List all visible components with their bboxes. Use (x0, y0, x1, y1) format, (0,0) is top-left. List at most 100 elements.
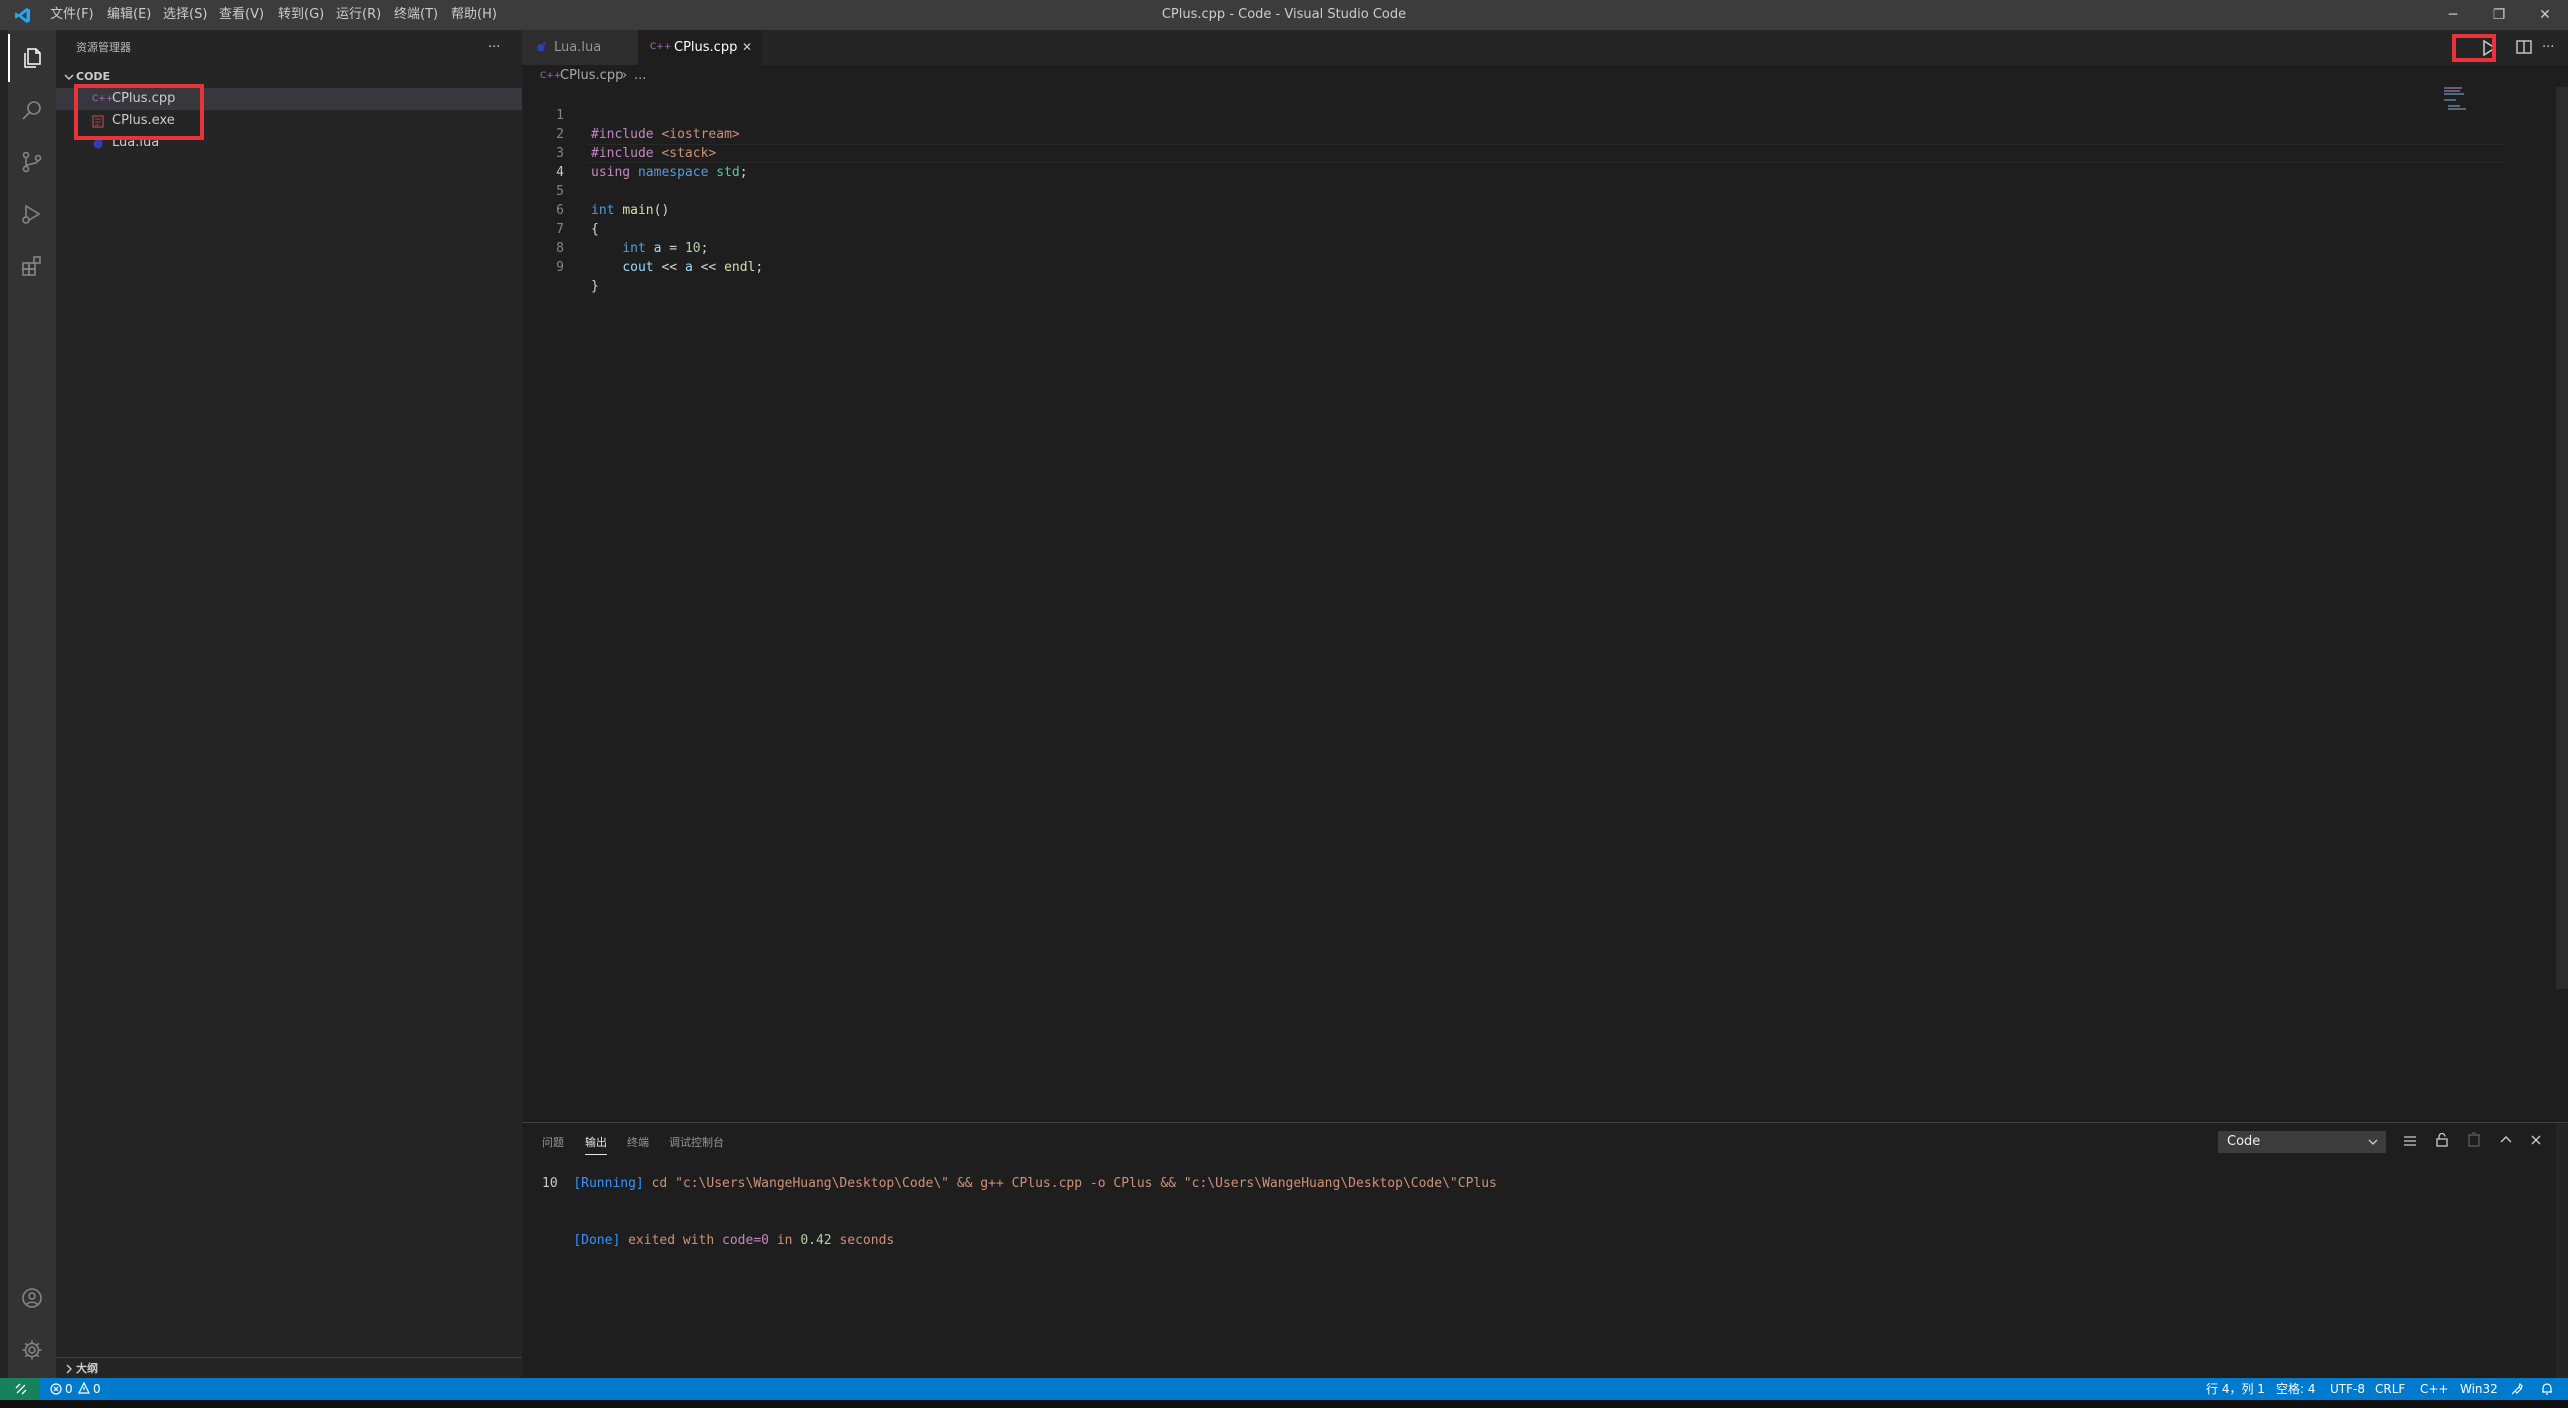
tab-cplus-cpp[interactable]: C++ CPlus.cpp ✕ (638, 30, 762, 65)
maximize-panel-icon[interactable] (2498, 1132, 2514, 1148)
output-running-line: [Running] cd "c:\Users\WangeHuang\Deskto… (542, 1155, 1497, 1191)
tab-label: CPlus.cpp (674, 40, 738, 55)
cursor-position[interactable]: 行 4，列 1 (2206, 1378, 2265, 1400)
menu-go[interactable]: 转到(G) (278, 0, 324, 30)
panel-vertical-scrollbar[interactable] (2556, 1123, 2568, 1379)
menu-selection[interactable]: 选择(S) (163, 0, 207, 30)
minimize-button[interactable]: ─ (2430, 0, 2476, 30)
tab-terminal[interactable]: 终端 (627, 1131, 649, 1155)
file-item-cplus-cpp[interactable]: C++ CPlus.cpp (56, 88, 522, 110)
close-window-button[interactable]: ✕ (2522, 0, 2568, 30)
line-text: int a = 10; (622, 241, 709, 256)
tab-problems[interactable]: 问题 (542, 1131, 564, 1155)
restore-button[interactable]: ❐ (2476, 0, 2522, 30)
end-of-line[interactable]: CRLF (2375, 1378, 2405, 1400)
output-channel-value: Code (2227, 1134, 2261, 1149)
line-text: { (591, 222, 599, 237)
line-text: int main() (591, 203, 670, 218)
chevron-down-icon (62, 66, 76, 88)
menu-help[interactable]: 帮助(H) (451, 0, 497, 30)
file-label: CPlus.cpp (112, 91, 176, 106)
file-item-lua[interactable]: Lua.lua (56, 132, 522, 154)
cpp-file-icon: C++ (650, 42, 672, 52)
elapsed-seconds-value: 0.42 (800, 1233, 832, 1248)
encoding[interactable]: UTF-8 (2330, 1378, 2365, 1400)
minimap[interactable] (2442, 87, 2552, 147)
line-text: #include <stack> (591, 144, 716, 163)
line-number: 9 (556, 260, 564, 275)
in-text: in (769, 1233, 801, 1248)
menu-run[interactable]: 运行(R) (336, 0, 381, 30)
outline-label: 大纲 (76, 1362, 98, 1375)
run-command-text: cd "c:\Users\WangeHuang\Desktop\Code\" &… (643, 1176, 1497, 1191)
line-text: cout << a << endl; (622, 260, 764, 275)
menu-view[interactable]: 查看(V) (219, 0, 264, 30)
more-actions-icon[interactable]: ··· (488, 30, 500, 65)
output-result-line: 10 (542, 1176, 558, 1191)
cpp-file-icon: C++ (540, 71, 562, 81)
warning-icon (78, 1382, 90, 1394)
code-editor[interactable]: 1 #include <iostream> 2 #include <stack>… (522, 87, 2568, 1122)
tab-output[interactable]: 输出 (585, 1131, 607, 1155)
breadcrumb-symbols[interactable]: ... (634, 65, 646, 87)
code-line: 4 (522, 144, 564, 180)
error-count: 0 (65, 1382, 73, 1396)
file-label: Lua.lua (112, 135, 160, 150)
lock-icon[interactable] (2434, 1132, 2450, 1148)
done-tag: [Done] (573, 1233, 621, 1248)
output-channel-select[interactable]: Code (2218, 1131, 2386, 1153)
preprocessor-token: #include (591, 127, 654, 142)
language-mode[interactable]: C++ (2420, 1378, 2449, 1400)
code-line: 6 { (522, 182, 599, 237)
editor-tab-bar: Lua.lua C++ CPlus.cpp ✕ ··· (522, 30, 2568, 65)
close-tab-icon[interactable]: ✕ (742, 30, 752, 65)
exe-file-icon (92, 115, 104, 128)
file-item-cplus-exe[interactable]: CPlus.exe (56, 110, 522, 132)
tab-debug-console[interactable]: 调试控制台 (669, 1131, 724, 1155)
chevron-right-icon (62, 1358, 76, 1380)
preprocessor-token: #include (591, 146, 654, 161)
indentation[interactable]: 空格: 4 (2276, 1378, 2316, 1400)
running-tag: [Running] (573, 1176, 644, 1191)
menu-terminal[interactable]: 终端(T) (394, 0, 438, 30)
exit-code-text: code=0 (722, 1233, 769, 1248)
menu-edit[interactable]: 编辑(E) (107, 0, 151, 30)
filter-list-icon[interactable] (2402, 1133, 2418, 1149)
warning-count: 0 (93, 1382, 101, 1396)
line-text: } (591, 279, 599, 294)
code-line: 2 #include <stack> (522, 106, 716, 161)
cpp-file-icon: C++ (92, 94, 114, 104)
tab-lua[interactable]: Lua.lua (522, 30, 638, 65)
editor-vertical-scrollbar[interactable] (2556, 87, 2568, 989)
breadcrumb: C++ CPlus.cpp › ... (522, 65, 2568, 87)
tab-label: Lua.lua (554, 40, 602, 55)
done-text: exited with (620, 1233, 723, 1248)
run-code-icon[interactable] (2478, 37, 2500, 59)
run-debug-icon[interactable] (8, 190, 56, 238)
breadcrumb-separator: › (622, 68, 628, 83)
settings-gear-icon[interactable] (8, 1326, 56, 1374)
split-editor-icon[interactable] (2514, 37, 2534, 57)
menu-file[interactable]: 文件(F) (50, 0, 94, 30)
window-left-edge (0, 30, 8, 1408)
code-line: 8 cout << a << endl; (522, 220, 763, 275)
code-line: 1 #include <iostream> (522, 87, 740, 142)
account-icon[interactable] (8, 1274, 56, 1322)
source-control-icon[interactable] (8, 138, 56, 186)
search-icon[interactable] (8, 86, 56, 134)
current-line-highlight (588, 144, 2506, 163)
header-token: <stack> (661, 146, 717, 161)
editor-more-actions-icon[interactable]: ··· (2542, 30, 2554, 65)
close-panel-icon[interactable] (2528, 1132, 2544, 1148)
clear-output-icon[interactable] (2466, 1132, 2482, 1148)
explorer-icon[interactable] (8, 34, 56, 82)
line-text: using namespace std; (591, 165, 748, 180)
remote-indicator[interactable] (0, 1378, 40, 1400)
breadcrumb-file[interactable]: CPlus.cpp (560, 65, 623, 87)
folder-header-code[interactable]: CODE (56, 66, 522, 88)
extensions-icon[interactable] (8, 242, 56, 290)
code-line: 3 using namespace std; (522, 125, 747, 180)
outline-section-header[interactable]: 大纲 (56, 1358, 522, 1380)
platform-config[interactable]: Win32 (2460, 1378, 2498, 1400)
taskbar-strip (0, 1400, 2568, 1408)
